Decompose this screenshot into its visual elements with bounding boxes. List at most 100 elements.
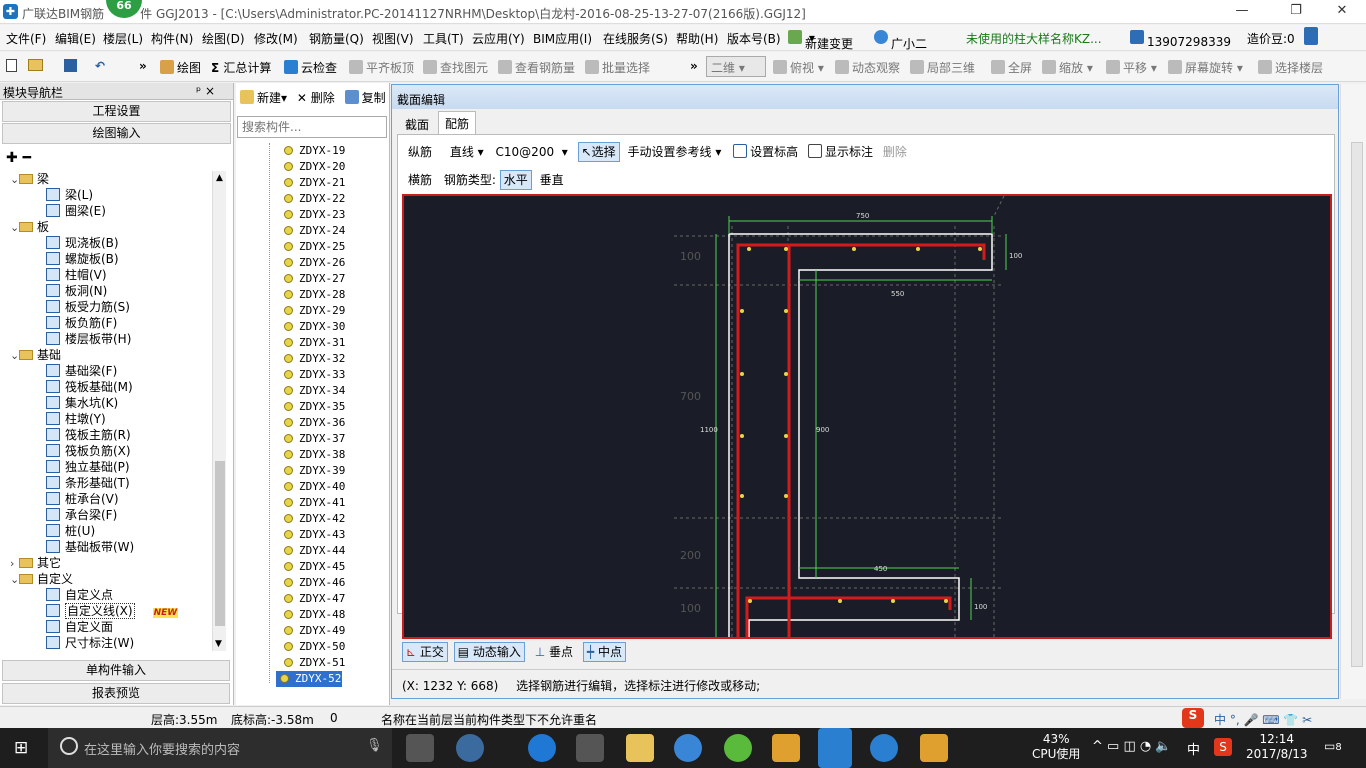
list-item[interactable]: ZDYX-52: [276, 671, 342, 687]
line-type-select[interactable]: 直线 ▾: [450, 145, 484, 159]
mid-snap-button[interactable]: ┿ 中点: [582, 642, 626, 662]
explorer-icon[interactable]: [626, 734, 654, 762]
show-mark-button[interactable]: 显示标注: [808, 144, 873, 159]
list-item[interactable]: ZDYX-35: [284, 399, 345, 415]
glodon-app-icon[interactable]: [674, 734, 702, 762]
minimize-icon[interactable]: —: [1232, 3, 1252, 21]
list-item[interactable]: ZDYX-33: [284, 367, 345, 383]
more2-icon[interactable]: »: [690, 59, 698, 73]
tree-item[interactable]: 柱墩(Y): [46, 411, 106, 427]
expand-toggle-icon[interactable]: ⌄: [10, 572, 19, 588]
list-item[interactable]: ZDYX-26: [284, 255, 345, 271]
copy-component-button[interactable]: 复制: [344, 90, 386, 105]
cpu-meter[interactable]: 43% CPU使用: [1032, 732, 1080, 762]
delete-component-button[interactable]: ✕ 删除: [297, 91, 335, 105]
tree-item[interactable]: 集水坑(K): [46, 395, 118, 411]
expand-toggle-icon[interactable]: ⌄: [10, 172, 19, 188]
menu-help[interactable]: 帮助(H): [676, 30, 718, 47]
menu-online[interactable]: 在线服务(S): [603, 30, 668, 47]
expand-all-icon[interactable]: ✚ ━: [6, 150, 31, 166]
transverse-label[interactable]: 横筋: [408, 173, 432, 187]
menu-tools[interactable]: 工具(T): [423, 30, 464, 47]
tree-item[interactable]: 螺旋板(B): [46, 251, 119, 267]
glodon-g-icon[interactable]: [870, 734, 898, 762]
dim-750[interactable]: 750: [856, 212, 869, 220]
list-item[interactable]: ZDYX-23: [284, 207, 345, 223]
menu-user[interactable]: 13907298339: [1130, 30, 1231, 49]
tree-item[interactable]: 梁(L): [46, 187, 93, 203]
tree-item[interactable]: › 其它: [10, 555, 61, 571]
list-item[interactable]: ZDYX-49: [284, 623, 345, 639]
select-button[interactable]: ↖选择: [577, 142, 620, 162]
tray-icons[interactable]: ^ ▭ ◫ ◔ 🔈: [1092, 739, 1172, 754]
notes-icon[interactable]: [772, 734, 800, 762]
new-component-button[interactable]: 新建▾: [240, 90, 287, 105]
section-canvas[interactable]: 750 100 100 550 700 1100 900 200 450 100…: [402, 194, 1332, 639]
dim-550[interactable]: 550: [891, 290, 904, 298]
tree-item[interactable]: 独立基础(P): [46, 459, 130, 475]
more-icon[interactable]: »: [139, 59, 147, 73]
tree-item[interactable]: 自定义面: [46, 619, 113, 635]
download-icon[interactable]: [1304, 27, 1318, 45]
list-item[interactable]: ZDYX-29: [284, 303, 345, 319]
menu-modify[interactable]: 修改(M): [254, 30, 298, 47]
view-mode-select[interactable]: 二维 ▾: [706, 56, 766, 77]
tree-item[interactable]: 桩承台(V): [46, 491, 119, 507]
list-item[interactable]: ZDYX-24: [284, 223, 345, 239]
sogou-ime-icon[interactable]: S: [1182, 708, 1204, 728]
microphone-icon[interactable]: 🎙: [366, 738, 383, 753]
list-item[interactable]: ZDYX-36: [284, 415, 345, 431]
list-item[interactable]: ZDYX-51: [284, 655, 345, 671]
list-item[interactable]: ZDYX-25: [284, 239, 345, 255]
new-file-icon[interactable]: [6, 59, 17, 72]
select-floor-button[interactable]: 选择楼层: [1258, 59, 1323, 76]
view-rebar-qty-button[interactable]: 查看钢筋量: [498, 59, 575, 76]
perp-snap-button[interactable]: ⊥ 垂点: [535, 645, 573, 659]
local-3d-button[interactable]: 局部三维: [910, 59, 975, 76]
component-search-input[interactable]: [237, 116, 387, 138]
store-icon[interactable]: [576, 734, 604, 762]
taskbar-search[interactable]: 在这里输入你要搜索的内容 🎙: [48, 728, 392, 768]
tree-scroll-thumb[interactable]: [215, 461, 225, 626]
nav-pin-close[interactable]: ᵖ ×: [196, 84, 215, 98]
menu-file[interactable]: 文件(F): [6, 30, 46, 47]
tree-item[interactable]: 板负筋(F): [46, 315, 117, 331]
vertical-option[interactable]: 垂直: [540, 173, 564, 187]
tab-section[interactable]: 截面: [399, 113, 435, 135]
dynamic-input-button[interactable]: ▤ 动态输入: [453, 642, 525, 662]
list-item[interactable]: ZDYX-47: [284, 591, 345, 607]
list-item[interactable]: ZDYX-50: [284, 639, 345, 655]
windows-start-icon[interactable]: ⊞: [14, 739, 32, 757]
edge-icon[interactable]: [528, 734, 556, 762]
single-component-button[interactable]: 单构件输入: [2, 660, 230, 681]
tree-item[interactable]: 板洞(N): [46, 283, 107, 299]
tree-item[interactable]: 基础梁(F): [46, 363, 117, 379]
menu-view[interactable]: 视图(V): [372, 30, 414, 47]
tree-item[interactable]: 筏板负筋(X): [46, 443, 131, 459]
dim-450[interactable]: 450: [874, 565, 887, 573]
ime-toolbar-icons[interactable]: 中 °, 🎤 ⌨ 👕 ✂: [1214, 711, 1312, 728]
tree-item[interactable]: 条形基础(T): [46, 475, 130, 491]
tree-item[interactable]: 基础板带(W): [46, 539, 134, 555]
menu-cloud[interactable]: 云应用(Y): [472, 30, 525, 47]
list-item[interactable]: ZDYX-40: [284, 479, 345, 495]
list-item[interactable]: ZDYX-38: [284, 447, 345, 463]
draw-button[interactable]: 绘图: [160, 59, 201, 76]
tree-item[interactable]: 板受力筋(S): [46, 299, 130, 315]
clock[interactable]: 12:14 2017/8/13: [1246, 732, 1308, 762]
tree-item[interactable]: 楼层板带(H): [46, 331, 131, 347]
menu-version[interactable]: 版本号(B): [727, 30, 781, 47]
list-item[interactable]: ZDYX-39: [284, 463, 345, 479]
find-element-button[interactable]: 查找图元: [423, 59, 488, 76]
delete-rebar-button[interactable]: 删除: [883, 145, 907, 159]
list-item[interactable]: ZDYX-44: [284, 543, 345, 559]
dim-100-left-bottom[interactable]: 100: [680, 602, 701, 615]
menu-rebar-qty[interactable]: 钢筋量(Q): [309, 30, 364, 47]
rebar-points[interactable]: [740, 247, 982, 603]
tree-item[interactable]: 现浇板(B): [46, 235, 119, 251]
list-item[interactable]: ZDYX-32: [284, 351, 345, 367]
orbit-button[interactable]: 动态观察: [835, 59, 900, 76]
save-icon[interactable]: [64, 59, 77, 72]
dim-100-left-top[interactable]: 100: [680, 250, 701, 263]
draw-input-button[interactable]: 绘图输入: [2, 123, 231, 144]
